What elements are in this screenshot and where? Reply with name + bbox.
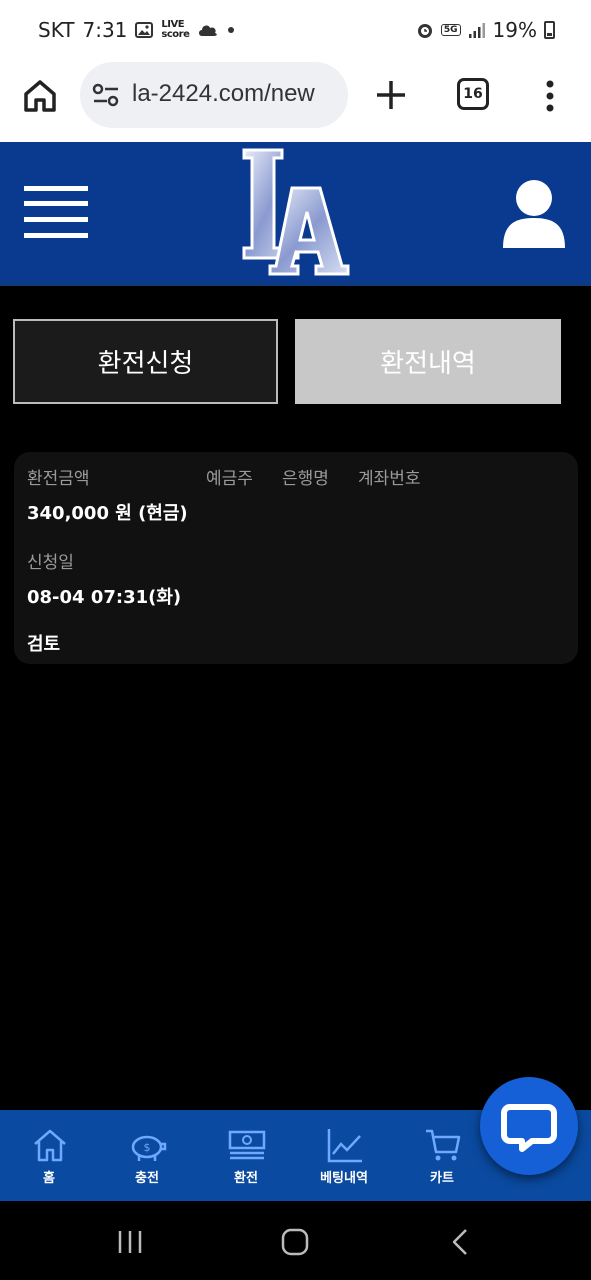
nav-item-deposit[interactable]: $ 충전 (102, 1110, 192, 1201)
gallery-icon (135, 22, 154, 38)
nav-label-bet-history: 베팅내역 (320, 1171, 368, 1186)
chat-bubble-icon (501, 1104, 557, 1152)
depositor-label: 예금주 (206, 469, 253, 489)
url-text: la-2424.com/new (132, 80, 315, 107)
cloud-icon (199, 25, 218, 36)
back-icon[interactable] (442, 1225, 482, 1259)
system-nav-bar (0, 1201, 591, 1280)
signal-icon (468, 23, 485, 38)
hamburger-icon[interactable] (24, 186, 88, 238)
alarm-icon (417, 24, 432, 38)
tab-switcher-button[interactable]: 16 (457, 78, 489, 110)
date-value: 08-04 07:31(화) (27, 587, 182, 608)
clock: 7:31 (82, 18, 128, 42)
amount-value: 340,000 원 (현금) (27, 503, 188, 524)
battery-level: 19% (492, 18, 537, 42)
nav-label-withdraw: 환전 (234, 1171, 258, 1186)
carrier: SKT (38, 18, 75, 42)
dot-icon (228, 27, 235, 33)
piggy-bank-icon: $ (131, 1135, 167, 1161)
battery-icon (544, 21, 555, 39)
user-icon[interactable] (501, 176, 567, 248)
address-bar[interactable]: la-2424.com/new (80, 62, 348, 128)
site-header (0, 142, 591, 286)
status-value: 검토 (27, 634, 61, 655)
date-label: 신청일 (27, 553, 74, 573)
chart-icon (327, 1129, 362, 1163)
status-right: 5G 19% (416, 18, 555, 42)
more-menu-icon[interactable] (536, 78, 564, 114)
svg-text:$: $ (144, 1141, 151, 1154)
new-tab-icon[interactable] (372, 76, 410, 114)
nav-label-home: 홈 (43, 1171, 55, 1186)
nav-label-cart: 카트 (430, 1171, 454, 1186)
tab-exchange-request[interactable]: 환전신청 (13, 319, 278, 404)
money-icon (228, 1130, 266, 1160)
tab-exchange-history[interactable]: 환전내역 (295, 319, 561, 404)
browser-toolbar: la-2424.com/new 16 (0, 62, 591, 142)
home-icon (34, 1129, 66, 1162)
nav-label-deposit: 충전 (135, 1171, 159, 1186)
amount-label: 환전금액 (27, 469, 90, 489)
account-label: 계좌번호 (358, 469, 421, 489)
bank-label: 은행명 (282, 469, 329, 489)
nav-item-cart[interactable]: 카트 (397, 1110, 487, 1201)
nav-item-withdraw[interactable]: 환전 (201, 1110, 291, 1201)
la-logo[interactable] (238, 148, 350, 276)
network-badge: 5G (440, 24, 461, 36)
site-settings-icon[interactable] (92, 82, 120, 108)
chat-button[interactable] (480, 1077, 578, 1175)
status-bar: SKT 7:31 LIVE score 5G 19% (0, 0, 591, 62)
exchange-record-card: 환전금액 예금주 은행명 계좌번호 340,000 원 (현금) 신청일 08-… (14, 452, 578, 664)
cart-icon (426, 1129, 461, 1161)
nav-item-bet-history[interactable]: 베팅내역 (299, 1110, 389, 1201)
home-icon[interactable] (22, 78, 58, 114)
nav-item-home[interactable]: 홈 (4, 1110, 94, 1201)
recent-apps-icon[interactable] (110, 1225, 150, 1259)
status-left: SKT 7:31 LIVE score (38, 18, 235, 42)
livescore-icon: LIVE score (161, 19, 190, 40)
home-button-icon[interactable] (275, 1225, 315, 1259)
